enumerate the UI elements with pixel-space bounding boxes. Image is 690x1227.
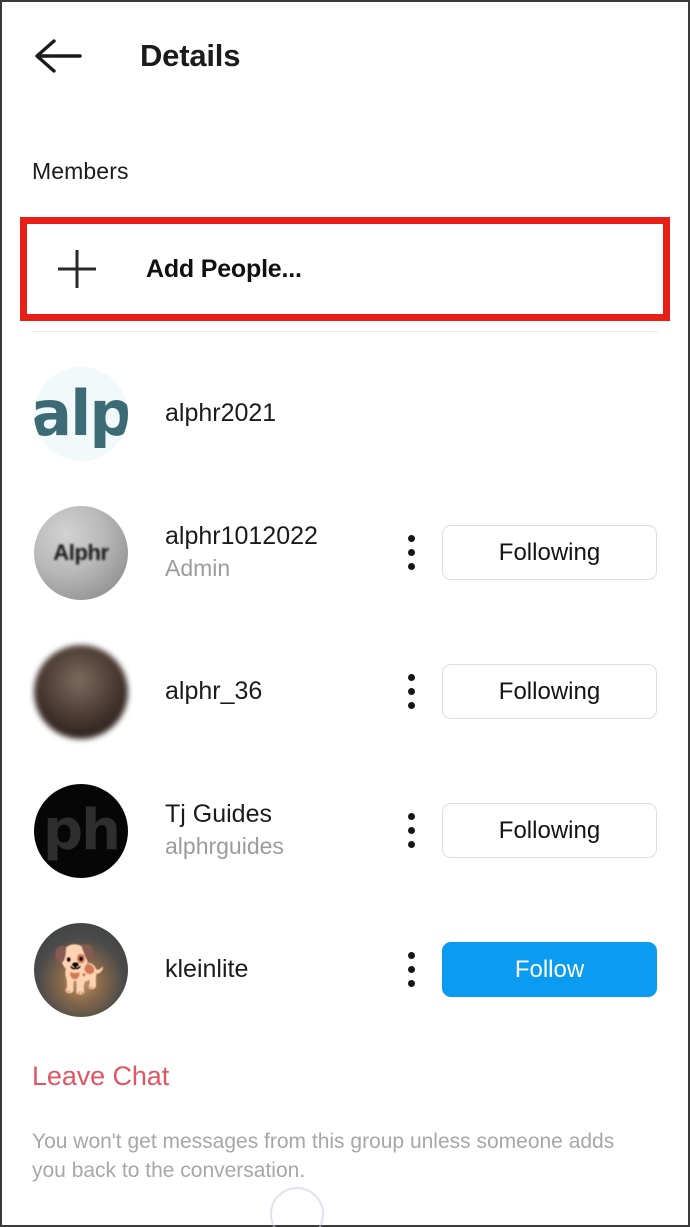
- avatar-glyph: alp: [34, 377, 128, 450]
- member-name: alphr2021: [165, 398, 277, 427]
- member-subtitle: Admin: [165, 554, 231, 581]
- member-row[interactable]: alp alphr2021: [2, 344, 688, 483]
- leave-chat-note: You won't get messages from this group u…: [32, 1130, 615, 1182]
- more-options-icon[interactable]: [394, 948, 428, 992]
- touch-indicator: [270, 1187, 324, 1227]
- member-row[interactable]: Alphr alphr1012022 Admin Following: [2, 483, 688, 622]
- follow-state-button[interactable]: Following: [442, 525, 657, 580]
- add-people-row[interactable]: Add People...: [20, 217, 670, 321]
- page-header: Details: [2, 2, 688, 110]
- leave-chat-button[interactable]: Leave Chat: [2, 1061, 169, 1092]
- avatar[interactable]: alp: [34, 366, 128, 461]
- more-options-icon[interactable]: [394, 809, 428, 853]
- back-arrow-icon[interactable]: [32, 36, 84, 76]
- more-options-icon[interactable]: [394, 531, 428, 575]
- member-text: alphr2021: [165, 399, 394, 429]
- add-people-label: Add People...: [146, 254, 302, 283]
- member-name: alphr_36: [165, 676, 263, 705]
- member-list: alp alphr2021 Alphr alphr1012022 Admin Follow…: [2, 344, 688, 1039]
- plus-icon: [58, 250, 96, 288]
- details-screen: Details Members Add People... alp alphr20…: [0, 0, 690, 1227]
- member-text: alphr1012022 Admin: [165, 522, 394, 582]
- avatar-glyph: ph: [43, 798, 121, 863]
- member-text: Tj Guides alphrguides: [165, 800, 394, 860]
- page-title: Details: [140, 38, 241, 73]
- member-text: kleinlite: [165, 955, 394, 985]
- avatar[interactable]: 🐕: [34, 922, 128, 1017]
- avatar[interactable]: [34, 644, 128, 739]
- members-section-label: Members: [32, 158, 129, 184]
- section-divider: [32, 331, 658, 332]
- member-name: Tj Guides: [165, 800, 272, 829]
- member-name: kleinlite: [165, 954, 249, 983]
- avatar[interactable]: Alphr: [34, 505, 128, 600]
- add-people-highlight-wrapper: Add People...: [2, 217, 688, 321]
- member-row[interactable]: alphr_36 Following: [2, 622, 688, 761]
- member-text: alphr_36: [165, 677, 394, 707]
- avatar[interactable]: ph: [34, 783, 128, 878]
- avatar-glyph: Alphr: [53, 539, 109, 565]
- member-row[interactable]: 🐕 kleinlite Follow: [2, 900, 688, 1039]
- member-subtitle: alphrguides: [165, 832, 284, 859]
- member-row[interactable]: ph Tj Guides alphrguides Following: [2, 761, 688, 900]
- member-name: alphr1012022: [165, 522, 318, 551]
- follow-state-button[interactable]: Following: [442, 664, 657, 719]
- follow-state-button[interactable]: Following: [442, 803, 657, 858]
- more-options-icon[interactable]: [394, 670, 428, 714]
- avatar-glyph: 🐕: [52, 943, 110, 995]
- follow-state-button[interactable]: Follow: [442, 942, 657, 997]
